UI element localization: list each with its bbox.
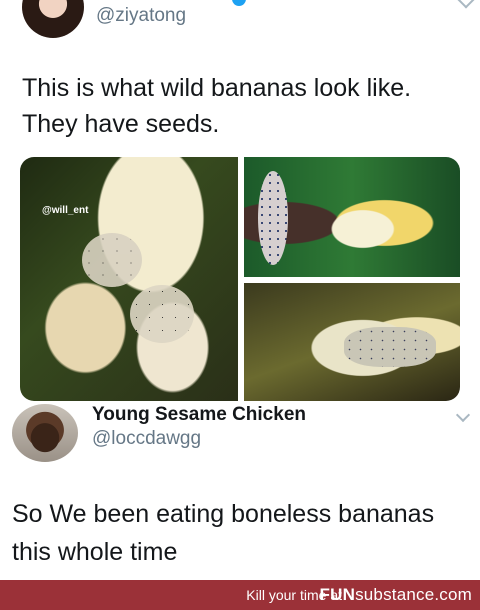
banana-photo-peeled[interactable] (244, 283, 460, 401)
seed-cross-section (130, 285, 194, 343)
banana-photo-open[interactable]: @will_ent (20, 157, 238, 401)
seed-cross-section (82, 233, 142, 287)
seeded-banana-flesh (344, 327, 436, 367)
banana-photo-leaf[interactable] (244, 157, 460, 277)
tweet-text-line: So We been eating boneless bananas (12, 500, 435, 528)
image-watermark: @will_ent (42, 205, 89, 216)
tweet-text-line: this whole time (12, 538, 178, 566)
tweet-text: So We been eating boneless bananas this … (12, 495, 472, 571)
brand-rest: substance.com (355, 585, 472, 604)
brand-logo[interactable]: FUNsubstance.com (320, 585, 472, 605)
media-grid: @will_ent (20, 157, 460, 401)
chevron-down-icon[interactable] (457, 0, 475, 9)
user-handle[interactable]: @loccdawgg (92, 428, 201, 450)
brand-bold: FUN (319, 585, 356, 604)
avatar[interactable] (12, 404, 78, 462)
chevron-down-icon[interactable] (455, 407, 471, 423)
tweet-text: This is what wild bananas look like. The… (22, 70, 462, 142)
tweet-reply: Young Sesame Chicken @loccdawgg So We be… (0, 400, 480, 580)
site-footer-banner[interactable]: Kill your time at FUNsubstance.com (0, 580, 480, 610)
verified-badge-icon (232, 0, 246, 6)
seeded-banana-half (258, 171, 288, 265)
user-handle[interactable]: @ziyatong (96, 5, 186, 27)
display-name[interactable]: Young Sesame Chicken (92, 404, 306, 426)
avatar[interactable] (22, 0, 84, 38)
tweet-original: @ziyatong This is what wild bananas look… (0, 0, 480, 401)
tweet-text-line: They have seeds. (22, 110, 220, 138)
tweet-text-line: This is what wild bananas look like. (22, 74, 412, 102)
